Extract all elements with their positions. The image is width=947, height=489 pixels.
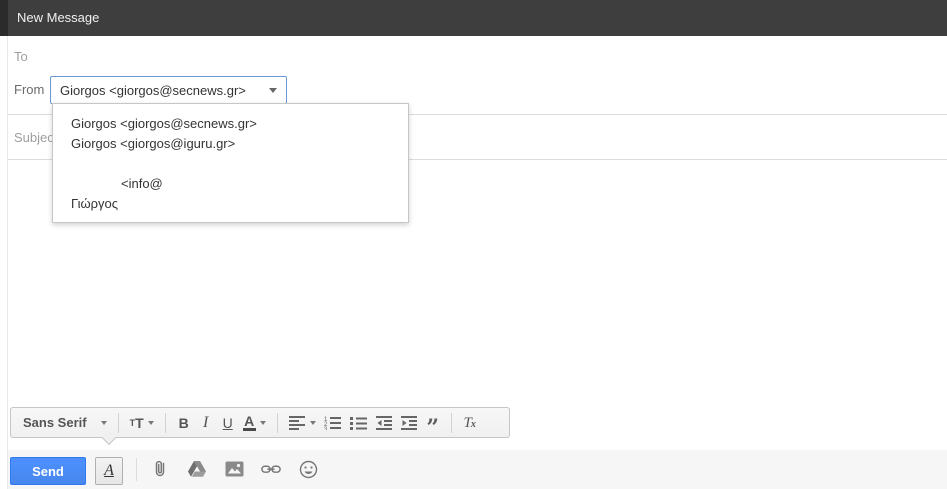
to-input[interactable] [8, 36, 947, 76]
from-dropdown-option[interactable]: Giorgos <giorgos@iguru.gr> [53, 134, 408, 154]
compose-window: { "window": { "title": "New Message" }, … [0, 0, 947, 489]
font-family-button[interactable]: Sans Serif [19, 410, 111, 435]
insert-photo-button[interactable] [224, 459, 244, 479]
from-dropdown-option[interactable] [53, 154, 408, 174]
titlebar-left-edge [0, 0, 8, 36]
google-drive-icon [188, 461, 206, 477]
from-select[interactable]: Giorgos <giorgos@secnews.gr> [50, 76, 287, 104]
italic-button[interactable]: I [195, 410, 217, 435]
attachment-icons [150, 459, 318, 479]
action-divider [136, 458, 137, 481]
font-family-label: Sans Serif [23, 415, 87, 430]
from-dropdown-option[interactable]: Giorgos <giorgos@secnews.gr> [53, 114, 408, 134]
insert-emoji-button[interactable] [298, 459, 318, 479]
photo-icon [225, 461, 243, 477]
emoji-icon [299, 460, 317, 478]
from-label: From [14, 82, 45, 97]
text-color-icon: A [242, 412, 256, 431]
bold-button[interactable]: B [173, 410, 195, 435]
formatting-a-icon: A [104, 462, 114, 479]
compose-title: New Message [17, 10, 100, 25]
bulleted-list-icon [349, 416, 367, 430]
chevron-down-icon [147, 420, 154, 425]
toolbar-divider [164, 412, 166, 433]
insert-drive-file-button[interactable] [187, 459, 207, 479]
numbered-list-icon: 1 2 3 [324, 416, 341, 430]
underline-button[interactable]: U [217, 410, 239, 435]
insert-link-button[interactable] [261, 459, 281, 479]
formatting-toolbar: Sans Serif TT B I U A 1 2 3 ” Tx [10, 407, 510, 446]
quote-icon: ” [426, 414, 439, 441]
from-dropdown-options: Giorgos <giorgos@secnews.gr> Giorgos <gio… [53, 114, 408, 214]
from-selected-value: Giorgos <giorgos@secnews.gr> [60, 82, 246, 98]
indent-more-button[interactable] [397, 410, 422, 435]
toolbar-divider [450, 412, 452, 433]
action-bar: Send A [8, 450, 947, 489]
chevron-down-icon [309, 420, 316, 425]
italic-icon: I [202, 413, 209, 431]
paperclip-icon [155, 460, 165, 477]
svg-text:3: 3 [324, 427, 328, 430]
remove-formatting-button[interactable]: Tx [459, 410, 481, 435]
compose-titlebar[interactable]: New Message [0, 0, 947, 36]
toolbar-divider [276, 412, 278, 433]
remove-formatting-icon: Tx [463, 414, 476, 431]
chevron-down-icon [100, 420, 107, 425]
indent-more-icon [400, 415, 417, 430]
send-button[interactable]: Send [10, 457, 86, 485]
align-left-icon [288, 415, 305, 430]
send-label: Send [32, 463, 64, 479]
align-button[interactable] [285, 410, 320, 435]
bulleted-list-button[interactable] [346, 410, 372, 435]
font-size-icon: TT [129, 414, 144, 431]
toolbar-divider [117, 412, 119, 433]
from-dropdown: Giorgos <giorgos@secnews.gr> Giorgos <gio… [52, 103, 409, 223]
text-color-button[interactable]: A [239, 410, 270, 435]
attach-file-button[interactable] [150, 459, 170, 479]
bold-icon: B [178, 414, 189, 431]
indent-less-icon [375, 415, 392, 430]
font-size-button[interactable]: TT [126, 410, 158, 435]
numbered-list-button[interactable]: 1 2 3 [320, 410, 346, 435]
chevron-down-icon [269, 87, 277, 93]
from-dropdown-option[interactable]: <info@ [53, 174, 408, 194]
indent-less-button[interactable] [372, 410, 397, 435]
chevron-down-icon [259, 420, 266, 425]
quote-button[interactable]: ” [422, 410, 444, 441]
link-icon [261, 465, 281, 473]
from-dropdown-option[interactable]: Γιώργος [53, 194, 408, 214]
to-row [8, 36, 947, 76]
formatting-options-toggle[interactable]: A [95, 457, 123, 485]
underline-icon: U [222, 414, 233, 431]
